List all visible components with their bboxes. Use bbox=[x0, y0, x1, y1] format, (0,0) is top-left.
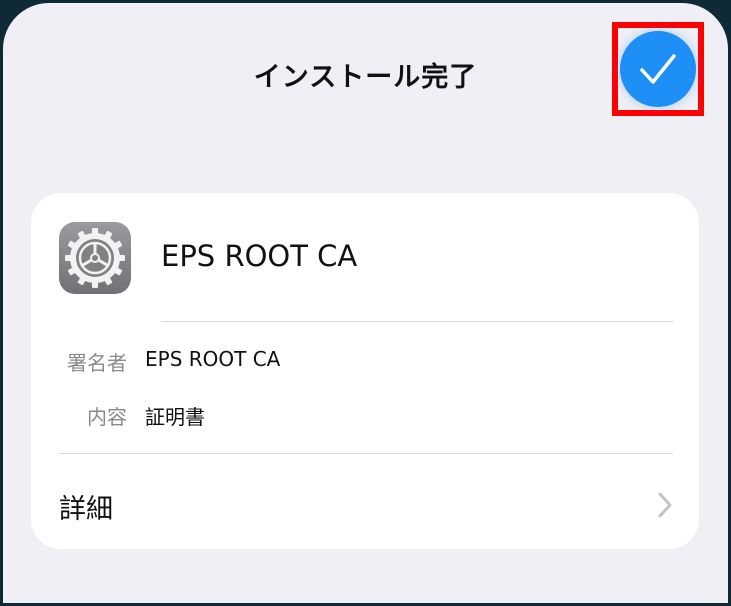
settings-gear-icon bbox=[59, 222, 131, 294]
install-complete-sheet: インストール完了 EPS ROOT CA 署名者 EPS ROOT CA 内容 … bbox=[3, 3, 728, 603]
details-row[interactable]: 詳細 bbox=[31, 455, 699, 549]
done-button[interactable] bbox=[620, 31, 696, 107]
details-label: 詳細 bbox=[59, 494, 113, 525]
divider bbox=[161, 321, 673, 322]
profile-card: EPS ROOT CA 署名者 EPS ROOT CA 内容 証明書 詳細 bbox=[31, 193, 699, 549]
chevron-right-icon bbox=[658, 492, 672, 518]
contents-label: 内容 bbox=[87, 405, 127, 429]
profile-name: EPS ROOT CA bbox=[161, 239, 358, 273]
divider bbox=[59, 453, 673, 454]
checkmark-icon bbox=[640, 54, 676, 84]
done-button-highlight bbox=[612, 22, 704, 116]
contents-value: 証明書 bbox=[145, 405, 205, 429]
signer-label: 署名者 bbox=[67, 351, 127, 375]
signer-value: EPS ROOT CA bbox=[145, 347, 281, 371]
